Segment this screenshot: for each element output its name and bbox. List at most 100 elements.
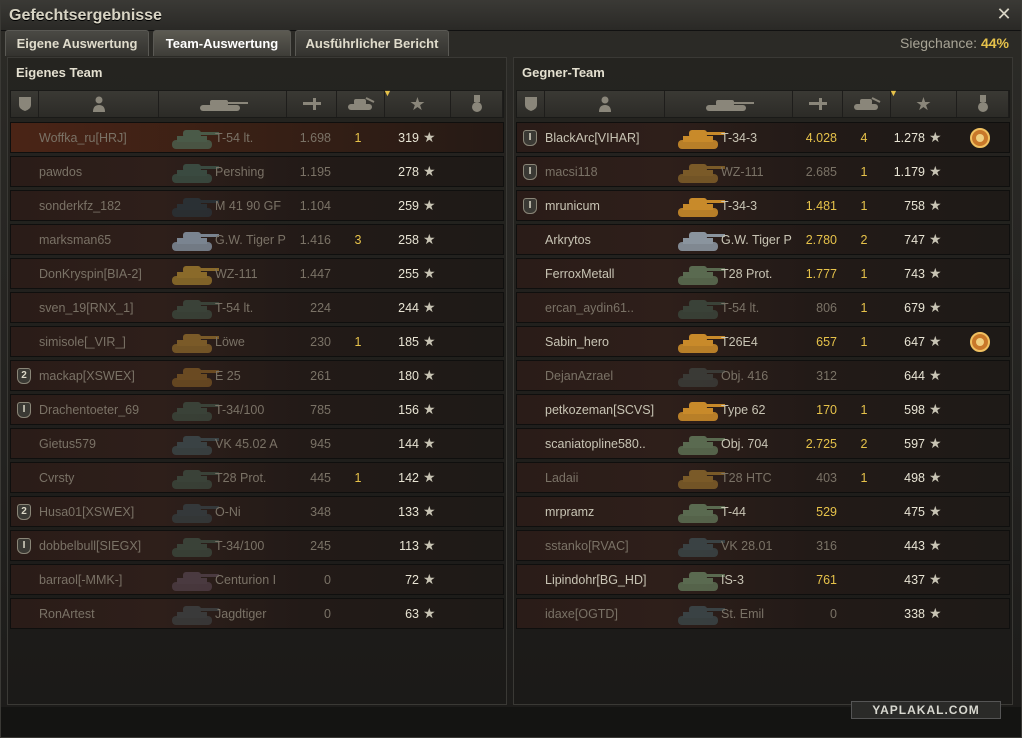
player-row[interactable]: scaniatopline580.. Obj. 704 2.725 2 597 ★: [516, 428, 1010, 459]
kills-value: 1: [860, 199, 868, 213]
player-row[interactable]: FerroxMetall T28 Prot. 1.777 1 743 ★: [516, 258, 1010, 289]
score-column-icon[interactable]: ★: [891, 91, 957, 117]
player-row[interactable]: 2 mackap[XSWEX] E 25 261 180 ★: [10, 360, 504, 391]
damage-value: 403: [816, 471, 837, 485]
player-name: Sabin_hero: [545, 335, 609, 349]
player-row[interactable]: DonKryspin[BIA-2] WZ-111 1.447 255 ★: [10, 258, 504, 289]
player-name: Husa01[XSWEX]: [39, 505, 135, 519]
tank-column-icon[interactable]: [159, 91, 287, 117]
title-bar: Gefechtsergebnisse ✕: [1, 1, 1021, 31]
star-icon: ★: [423, 333, 436, 349]
score-value: 255: [398, 267, 419, 281]
star-icon: ★: [423, 265, 436, 281]
close-icon[interactable]: ✕: [995, 5, 1013, 23]
enemy-team-panel: Gegner-Team ★ ▼ I BlackArc[VIHAR] T-34-3 4.0…: [513, 57, 1013, 705]
player-name: macsi118: [545, 165, 598, 179]
tank-icon: [675, 465, 727, 491]
player-row[interactable]: Cvrsty T28 Prot. 445 1 142 ★: [10, 462, 504, 493]
damage-value: 657: [816, 335, 837, 349]
kills-column-icon[interactable]: [337, 91, 385, 117]
player-name: DejanAzrael: [545, 369, 614, 383]
rank-column-icon[interactable]: [11, 91, 39, 117]
medal-icon[interactable]: [969, 331, 991, 353]
player-row[interactable]: sonderkfz_182 M 41 90 GF 1.104 259 ★: [10, 190, 504, 221]
player-name: sstanko[RVAC]: [545, 539, 629, 553]
star-icon: ★: [929, 469, 942, 485]
tab-ausfuehrlicher-bericht[interactable]: Ausführlicher Bericht: [295, 30, 449, 56]
player-row[interactable]: barraol[-MMK-] Centurion I 0 72 ★: [10, 564, 504, 595]
player-row[interactable]: I BlackArc[VIHAR] T-34-3 4.028 4 1.278 ★: [516, 122, 1010, 153]
player-row[interactable]: sstanko[RVAC] VK 28.01 316 443 ★: [516, 530, 1010, 561]
damage-value: 1.195: [299, 165, 331, 179]
score-value: 185: [398, 335, 419, 349]
medal-column-icon[interactable]: [451, 91, 503, 117]
player-column-icon[interactable]: [545, 91, 665, 117]
star-icon: ★: [929, 503, 942, 519]
player-row[interactable]: simisole[_VIR_] Löwe 230 1 185 ★: [10, 326, 504, 357]
tab-eigene-auswertung[interactable]: Eigene Auswertung: [5, 30, 149, 56]
player-row[interactable]: idaxe[OGTD] St. Emil 0 338 ★: [516, 598, 1010, 629]
star-icon: ★: [929, 197, 942, 213]
tank-icon: [169, 567, 221, 593]
damage-column-icon[interactable]: [793, 91, 843, 117]
star-icon: ★: [423, 163, 436, 179]
star-icon: ★: [423, 605, 436, 621]
tank-column-icon[interactable]: [665, 91, 793, 117]
player-row[interactable]: I Drachentoeter_69 T-34/100 785 156 ★: [10, 394, 504, 425]
kills-value: 2: [860, 437, 868, 451]
tab-team-auswertung[interactable]: Team-Auswertung: [153, 30, 291, 56]
damage-value: 348: [310, 505, 331, 519]
star-icon: ★: [423, 571, 436, 587]
player-row[interactable]: Imrunicum T-34-3 1.481 1 758 ★: [516, 190, 1010, 221]
player-column-icon[interactable]: [39, 91, 159, 117]
kills-value: 1: [860, 301, 868, 315]
damage-value: 170: [816, 403, 837, 417]
score-value: 647: [904, 335, 925, 349]
score-value: 244: [398, 301, 419, 315]
damage-value: 1.698: [299, 131, 331, 145]
medal-icon[interactable]: [969, 127, 991, 149]
player-row[interactable]: DejanAzrael Obj. 416 312 644 ★: [516, 360, 1010, 391]
player-row[interactable]: Gietus579 VK 45.02 A 945 144 ★: [10, 428, 504, 459]
rank-column-icon[interactable]: [517, 91, 545, 117]
player-row[interactable]: petkozeman[SCVS] Type 62 170 1 598 ★: [516, 394, 1010, 425]
player-row[interactable]: pawdos Pershing 1.195 278 ★: [10, 156, 504, 187]
star-icon: ★: [423, 401, 436, 417]
score-value: 679: [904, 301, 925, 315]
player-row[interactable]: Idobbelbull[SIEGX] T-34/100 245 113 ★: [10, 530, 504, 561]
star-icon: ★: [929, 367, 942, 383]
kills-value: 4: [860, 131, 868, 145]
rank-badge-icon: 2: [17, 368, 31, 384]
medal-column-icon[interactable]: [957, 91, 1009, 117]
tank-icon: [675, 363, 727, 389]
score-value: 498: [904, 471, 925, 485]
rank-badge-icon: I: [17, 538, 31, 554]
score-value: 597: [904, 437, 925, 451]
score-column-icon[interactable]: ★: [385, 91, 451, 117]
tank-icon: [675, 329, 727, 355]
player-name: sonderkfz_182: [39, 199, 122, 213]
damage-value: 1.481: [805, 199, 837, 213]
score-value: 758: [904, 199, 925, 213]
player-row[interactable]: Ladaii T28 HTC 403 1 498 ★: [516, 462, 1010, 493]
player-row[interactable]: mrpramz T-44 529 475 ★: [516, 496, 1010, 527]
player-row[interactable]: ercan_aydin61.. T-54 lt. 806 1 679 ★: [516, 292, 1010, 323]
player-row[interactable]: Woffka_ru[HRJ] T-54 lt. 1.698 1 319 ★: [10, 122, 504, 153]
player-row[interactable]: RonArtest Jagdtiger 0 63 ★: [10, 598, 504, 629]
player-name: Ladaii: [545, 471, 579, 485]
player-row[interactable]: Sabin_hero T26E4 657 1 647 ★: [516, 326, 1010, 357]
player-row[interactable]: 2 Husa01[XSWEX] O-Ni 348 133 ★: [10, 496, 504, 527]
player-name: pawdos: [39, 165, 83, 179]
tank-icon: [169, 159, 221, 185]
star-icon: ★: [929, 231, 942, 247]
player-row[interactable]: Lipindohr[BG_HD] IS-3 761 437 ★: [516, 564, 1010, 595]
player-row[interactable]: sven_19[RNX_1] T-54 lt. 224 244 ★: [10, 292, 504, 323]
player-row[interactable]: Imacsi118 WZ-111 2.685 1 1.179 ★: [516, 156, 1010, 187]
damage-column-icon[interactable]: [287, 91, 337, 117]
kills-column-icon[interactable]: [843, 91, 891, 117]
kills-value: 1: [860, 165, 868, 179]
score-value: 743: [904, 267, 925, 281]
player-row[interactable]: Arkrytos G.W. Tiger P 2.780 2 747 ★: [516, 224, 1010, 255]
player-row[interactable]: marksman65 G.W. Tiger P 1.416 3 258 ★: [10, 224, 504, 255]
score-value: 72: [405, 573, 419, 587]
